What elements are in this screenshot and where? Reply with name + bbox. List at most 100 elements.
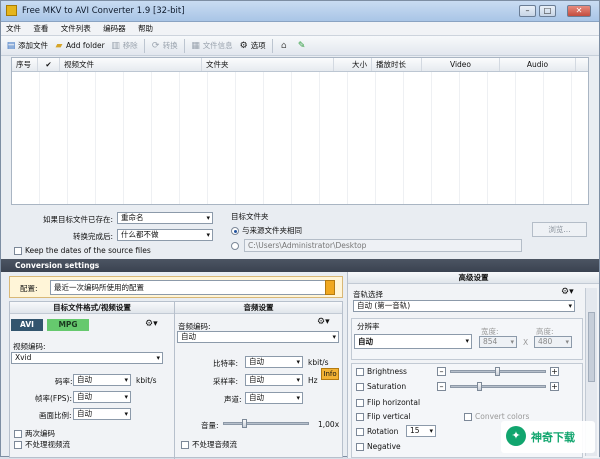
column-audio[interactable]: Audio xyxy=(500,58,576,71)
info-button[interactable]: Info xyxy=(321,368,339,380)
convert-colors-check[interactable] xyxy=(464,413,472,421)
home-icon: ⌂ xyxy=(280,40,287,51)
remove-button[interactable]: ▥ 移除 xyxy=(111,40,137,51)
two-pass-check[interactable] xyxy=(14,430,22,438)
video-gear-icon[interactable]: ⚙▾ xyxy=(145,319,158,329)
video-settings-header: 目标文件格式/视频设置 xyxy=(10,302,174,314)
no-video-checkbox[interactable]: 不处理视频流 xyxy=(14,439,70,450)
menu-help[interactable]: 帮助 xyxy=(133,22,158,35)
options-button[interactable]: ⚙ 选项 xyxy=(239,40,266,51)
menu-view[interactable]: 查看 xyxy=(28,22,53,35)
brightness-slider[interactable] xyxy=(450,367,546,376)
minimize-button[interactable]: – xyxy=(519,5,536,17)
no-audio-check[interactable] xyxy=(181,441,189,449)
file-info-button[interactable]: ▦ 文件信息 xyxy=(191,40,232,51)
video-codec-select[interactable]: Xvid xyxy=(11,352,163,364)
saturation-label: Saturation xyxy=(367,382,407,391)
brightness-checkbox[interactable]: Brightness xyxy=(356,367,407,376)
folder-path-field[interactable]: C:\Users\Administrator\Desktop xyxy=(244,239,522,252)
fps-select[interactable]: 自动 xyxy=(73,391,131,403)
flip-vertical-check[interactable] xyxy=(356,413,364,421)
keep-dates-checkbox[interactable]: Keep the dates of the source files xyxy=(14,246,151,255)
conversion-settings-bar[interactable]: Conversion settings xyxy=(1,259,599,272)
rotation-checkbox[interactable]: Rotation xyxy=(356,427,398,436)
toolbar-divider xyxy=(271,38,273,53)
no-audio-checkbox[interactable]: 不处理音频流 xyxy=(181,439,237,450)
brightness-slider-thumb[interactable] xyxy=(495,367,500,376)
column-check[interactable]: ✔ xyxy=(38,58,60,71)
add-files-button[interactable]: ▤ 添加文件 xyxy=(6,40,48,51)
file-list-header: 序号 ✔ 视频文件 文件夹 大小 播放时长 Video Audio xyxy=(12,58,588,72)
negative-check[interactable] xyxy=(356,443,364,451)
brightness-plus-button[interactable]: + xyxy=(550,367,559,376)
preset-dropdown-arrow[interactable] xyxy=(325,280,335,295)
saturation-slider-thumb[interactable] xyxy=(477,382,482,391)
height-field[interactable]: 480 xyxy=(534,336,572,348)
same-as-source-radio-dot[interactable] xyxy=(231,227,239,235)
saturation-slider[interactable] xyxy=(450,382,546,391)
file-list-body[interactable] xyxy=(12,72,588,204)
after-convert-select[interactable]: 什么都不做 xyxy=(117,229,213,241)
tab-avi[interactable]: AVI xyxy=(11,319,43,331)
menu-encoder[interactable]: 编码器 xyxy=(98,22,131,35)
keep-dates-check[interactable] xyxy=(14,247,22,255)
tab-mpg[interactable]: MPG xyxy=(47,319,89,331)
channels-label: 声道: xyxy=(224,395,242,404)
column-video[interactable]: Video xyxy=(422,58,500,71)
column-size[interactable]: 大小 xyxy=(334,58,372,71)
no-video-check[interactable] xyxy=(14,441,22,449)
audio-gear-icon[interactable]: ⚙▾ xyxy=(317,317,330,327)
column-folder[interactable]: 文件夹 xyxy=(202,58,334,71)
resolution-select[interactable]: 自动 xyxy=(354,334,472,349)
flip-vertical-label: Flip vertical xyxy=(367,412,411,421)
brightness-check[interactable] xyxy=(356,368,364,376)
column-index[interactable]: 序号 xyxy=(12,58,38,71)
if-exists-select[interactable]: 重命名 xyxy=(117,212,213,224)
track-gear-icon[interactable]: ⚙▾ xyxy=(561,287,574,297)
preset-row: 配置: 最近一次编码所使用的配置 xyxy=(9,276,343,298)
menu-file[interactable]: 文件 xyxy=(1,22,26,35)
flip-horizontal-check[interactable] xyxy=(356,399,364,407)
channels-select[interactable]: 自动 xyxy=(245,392,303,404)
convert-button[interactable]: ⟳ 转换 xyxy=(151,40,178,51)
aspect-select[interactable]: 自动 xyxy=(73,408,131,420)
pin-button[interactable]: ✎ xyxy=(297,41,309,51)
panel-divider xyxy=(174,302,175,459)
saturation-plus-button[interactable]: + xyxy=(550,382,559,391)
track-select[interactable]: 自动 (第一音轨) xyxy=(353,300,575,312)
maximize-button[interactable]: □ xyxy=(539,5,556,17)
flip-vertical-checkbox[interactable]: Flip vertical xyxy=(356,412,411,421)
keep-dates-label: Keep the dates of the source files xyxy=(25,246,151,255)
audio-bitrate-select[interactable]: 自动 xyxy=(245,356,303,368)
close-button[interactable]: ✕ xyxy=(567,5,591,17)
saturation-check[interactable] xyxy=(356,383,364,391)
home-button[interactable]: ⌂ xyxy=(279,41,291,51)
width-field[interactable]: 854 xyxy=(479,336,517,348)
negative-checkbox[interactable]: Negative xyxy=(356,442,401,451)
brightness-minus-button[interactable]: – xyxy=(437,367,446,376)
column-duration[interactable]: 播放时长 xyxy=(372,58,422,71)
audio-codec-select[interactable]: 自动 xyxy=(177,331,339,343)
column-video-file[interactable]: 视频文件 xyxy=(60,58,202,71)
file-list[interactable]: 序号 ✔ 视频文件 文件夹 大小 播放时长 Video Audio xyxy=(11,57,589,205)
volume-slider[interactable] xyxy=(223,419,309,428)
same-as-source-radio[interactable]: 与来源文件夹相同 xyxy=(231,225,302,236)
samplerate-select[interactable]: 自动 xyxy=(245,374,303,386)
saturation-checkbox[interactable]: Saturation xyxy=(356,382,406,391)
two-pass-checkbox[interactable]: 两次编码 xyxy=(14,428,55,439)
video-bitrate-label: 码率: xyxy=(55,377,73,386)
rotation-check[interactable] xyxy=(356,428,364,436)
menu-file-list[interactable]: 文件列表 xyxy=(56,22,96,35)
preset-select[interactable]: 最近一次编码所使用的配置 xyxy=(50,280,334,295)
custom-folder-radio[interactable] xyxy=(231,241,242,250)
video-bitrate-select[interactable]: 自动 xyxy=(73,374,131,386)
flip-horizontal-checkbox[interactable]: Flip horizontal xyxy=(356,398,420,407)
advanced-scrollbar-thumb[interactable] xyxy=(588,312,595,382)
add-folder-button[interactable]: ▰ Add folder xyxy=(54,41,105,51)
volume-slider-thumb[interactable] xyxy=(241,419,247,428)
rotation-select[interactable]: 15 xyxy=(406,425,436,437)
browse-button[interactable]: 浏览... xyxy=(532,222,587,237)
saturation-minus-button[interactable]: – xyxy=(437,382,446,391)
convert-colors-checkbox[interactable]: Convert colors xyxy=(464,412,529,421)
custom-folder-radio-dot[interactable] xyxy=(231,242,239,250)
